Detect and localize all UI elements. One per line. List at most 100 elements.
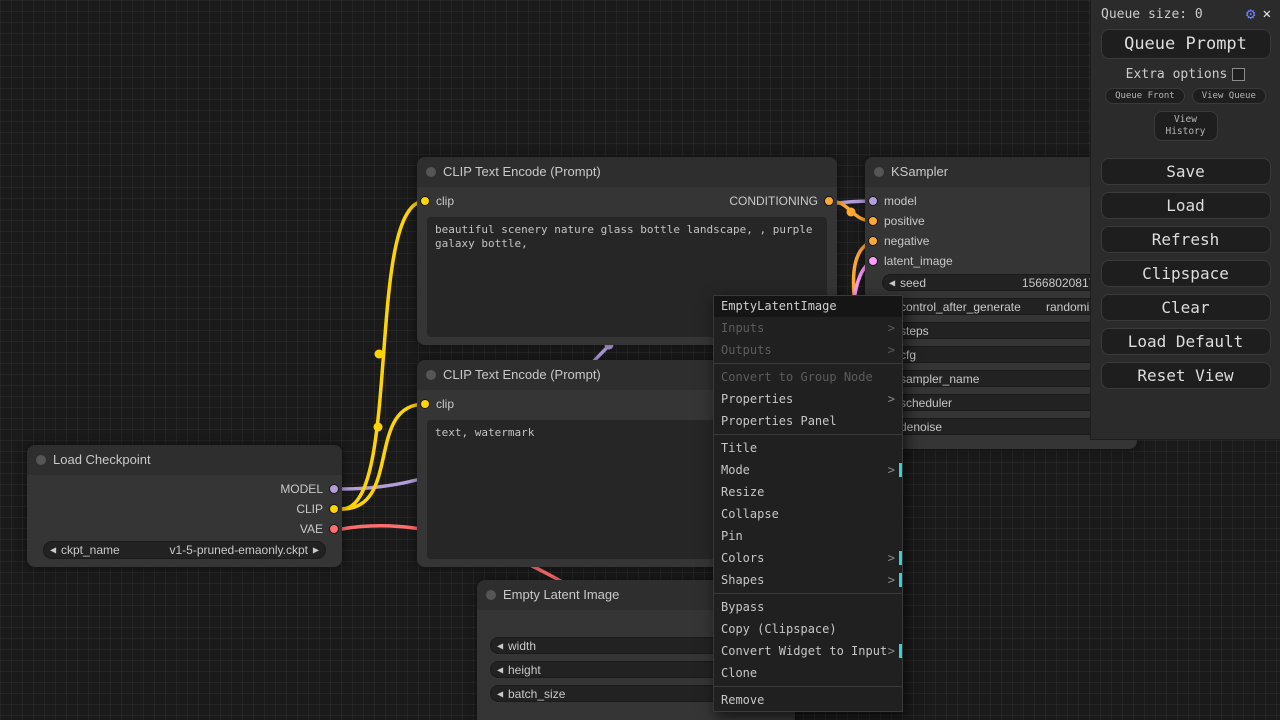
output-slot-conditioning[interactable] [824, 196, 834, 206]
save-button[interactable]: Save [1100, 157, 1271, 185]
output-slot-label: MODEL [280, 482, 323, 496]
decrement-icon[interactable]: ◀ [889, 278, 895, 287]
menu-item-collapse[interactable]: Collapse [714, 503, 902, 525]
decrement-icon[interactable]: ◀ [497, 665, 503, 674]
comfy-menu-panel: Queue size: 0 ⚙ ✕ Queue Prompt Extra opt… [1090, 0, 1280, 440]
input-slot-clip[interactable] [420, 399, 430, 409]
menu-item-pin[interactable]: Pin [714, 525, 902, 547]
close-icon[interactable]: ✕ [1263, 7, 1271, 21]
input-slot-label: model [884, 194, 917, 208]
menu-item-shapes[interactable]: Shapes > [714, 569, 902, 591]
menu-item-properties[interactable]: Properties > [714, 388, 902, 410]
node-title-bar[interactable]: Load Checkpoint [27, 445, 342, 475]
submenu-accent-bar [899, 573, 902, 587]
node-graph-canvas[interactable]: CLIP Text Encode (Prompt) clip CONDITION… [0, 0, 1280, 720]
clear-button[interactable]: Clear [1100, 293, 1271, 321]
context-menu-title: EmptyLatentImage [714, 296, 902, 317]
menu-item-inputs: Inputs > [714, 317, 902, 339]
sampler-name-widget[interactable]: ◀ sampler_name [882, 370, 1120, 387]
submenu-accent-bar [899, 463, 902, 477]
collapse-dot[interactable] [426, 370, 436, 380]
node-title: Load Checkpoint [53, 452, 151, 467]
input-slot-positive[interactable] [868, 216, 878, 226]
input-slot-label: clip [436, 397, 455, 411]
menu-separator [714, 363, 902, 364]
widget-name: width [508, 638, 537, 653]
collapse-dot[interactable] [426, 167, 436, 177]
queue-prompt-button[interactable]: Queue Prompt [1100, 29, 1271, 59]
cfg-widget[interactable]: ◀ cfg [882, 346, 1120, 363]
submenu-accent-bar [899, 644, 902, 658]
denoise-widget[interactable]: ◀ denoise [882, 418, 1120, 435]
menu-item-title[interactable]: Title [714, 437, 902, 459]
queue-front-button[interactable]: Queue Front [1105, 88, 1185, 104]
settings-gear-icon[interactable]: ⚙ [1246, 6, 1256, 22]
input-slot-negative[interactable] [868, 236, 878, 246]
seed-widget[interactable]: ◀ seed 156680208175 [882, 274, 1120, 291]
decrement-icon[interactable]: ◀ [497, 689, 503, 698]
widget-name: height [508, 662, 541, 677]
view-queue-button[interactable]: View Queue [1191, 88, 1266, 104]
submenu-arrow-icon: > [887, 573, 895, 587]
submenu-accent-bar [899, 551, 902, 565]
ckpt-name-combo-widget[interactable]: ◀ ckpt_name v1-5-pruned-emaonly.ckpt ▶ [43, 541, 326, 559]
node-load-checkpoint[interactable]: Load Checkpoint MODEL CLIP VAE ◀ ckpt_na… [27, 445, 342, 567]
output-slot-clip[interactable] [329, 504, 339, 514]
menu-item-outputs: Outputs > [714, 339, 902, 361]
scheduler-widget[interactable]: ◀ scheduler [882, 394, 1120, 411]
load-button[interactable]: Load [1100, 191, 1271, 219]
widget-name: seed [900, 275, 927, 290]
output-slot-label: CLIP [296, 502, 323, 516]
view-history-button[interactable]: View History [1153, 111, 1218, 141]
menu-separator [714, 434, 902, 435]
output-slot-model[interactable] [329, 484, 339, 494]
wire-clip-negative [340, 402, 427, 511]
node-title-bar[interactable]: CLIP Text Encode (Prompt) [417, 157, 837, 187]
widget-name: sampler_name [900, 371, 980, 386]
menu-item-properties-panel[interactable]: Properties Panel [714, 410, 902, 432]
submenu-arrow-icon: > [887, 463, 895, 477]
reset-view-button[interactable]: Reset View [1100, 361, 1271, 389]
menu-item-resize[interactable]: Resize [714, 481, 902, 503]
clipspace-button[interactable]: Clipspace [1100, 259, 1271, 287]
load-default-button[interactable]: Load Default [1100, 327, 1271, 355]
widget-name: steps [900, 323, 929, 338]
steps-widget[interactable]: ◀ steps [882, 322, 1120, 339]
context-menu: EmptyLatentImage Inputs > Outputs > Conver… [713, 295, 903, 712]
queue-size-label: Queue size: 0 [1101, 6, 1203, 22]
extra-options-label: Extra options [1125, 67, 1228, 82]
output-slot-vae[interactable] [329, 524, 339, 534]
input-slot-label: positive [884, 214, 925, 228]
extra-options-checkbox[interactable] [1232, 68, 1246, 81]
combo-next-icon[interactable]: ▶ [313, 546, 319, 555]
widget-name: scheduler [900, 395, 953, 410]
widget-name: ckpt_name [61, 543, 120, 557]
node-title: Empty Latent Image [503, 587, 620, 602]
input-slot-clip[interactable] [420, 196, 430, 206]
input-slot-model[interactable] [868, 196, 878, 206]
menu-item-clone[interactable]: Clone [714, 662, 902, 684]
menu-item-copy-clipspace[interactable]: Copy (Clipspace) [714, 618, 902, 640]
submenu-arrow-icon: > [887, 321, 895, 335]
submenu-arrow-icon: > [887, 551, 895, 565]
collapse-dot[interactable] [36, 455, 46, 465]
menu-item-remove[interactable]: Remove [714, 689, 902, 711]
refresh-button[interactable]: Refresh [1100, 225, 1271, 253]
combo-prev-icon[interactable]: ◀ [50, 546, 56, 555]
menu-item-mode[interactable]: Mode > [714, 459, 902, 481]
widget-value: v1-5-pruned-emaonly.ckpt [169, 543, 308, 557]
control-after-generate-widget[interactable]: ◀ control_after_generate randomize [882, 298, 1120, 315]
input-slot-label: clip [436, 194, 455, 208]
menu-item-convert-widget-to-input[interactable]: Convert Widget to Input > [714, 640, 902, 662]
output-slot-label: CONDITIONING [729, 194, 818, 208]
node-title: CLIP Text Encode (Prompt) [443, 367, 601, 382]
link-midpoint-dot [374, 349, 384, 359]
menu-item-colors[interactable]: Colors > [714, 547, 902, 569]
widget-name: control_after_generate [900, 299, 1021, 314]
node-title: CLIP Text Encode (Prompt) [443, 164, 601, 179]
input-slot-latent-image[interactable] [868, 256, 878, 266]
collapse-dot[interactable] [486, 590, 496, 600]
collapse-dot[interactable] [874, 167, 884, 177]
menu-item-bypass[interactable]: Bypass [714, 596, 902, 618]
decrement-icon[interactable]: ◀ [497, 641, 503, 650]
